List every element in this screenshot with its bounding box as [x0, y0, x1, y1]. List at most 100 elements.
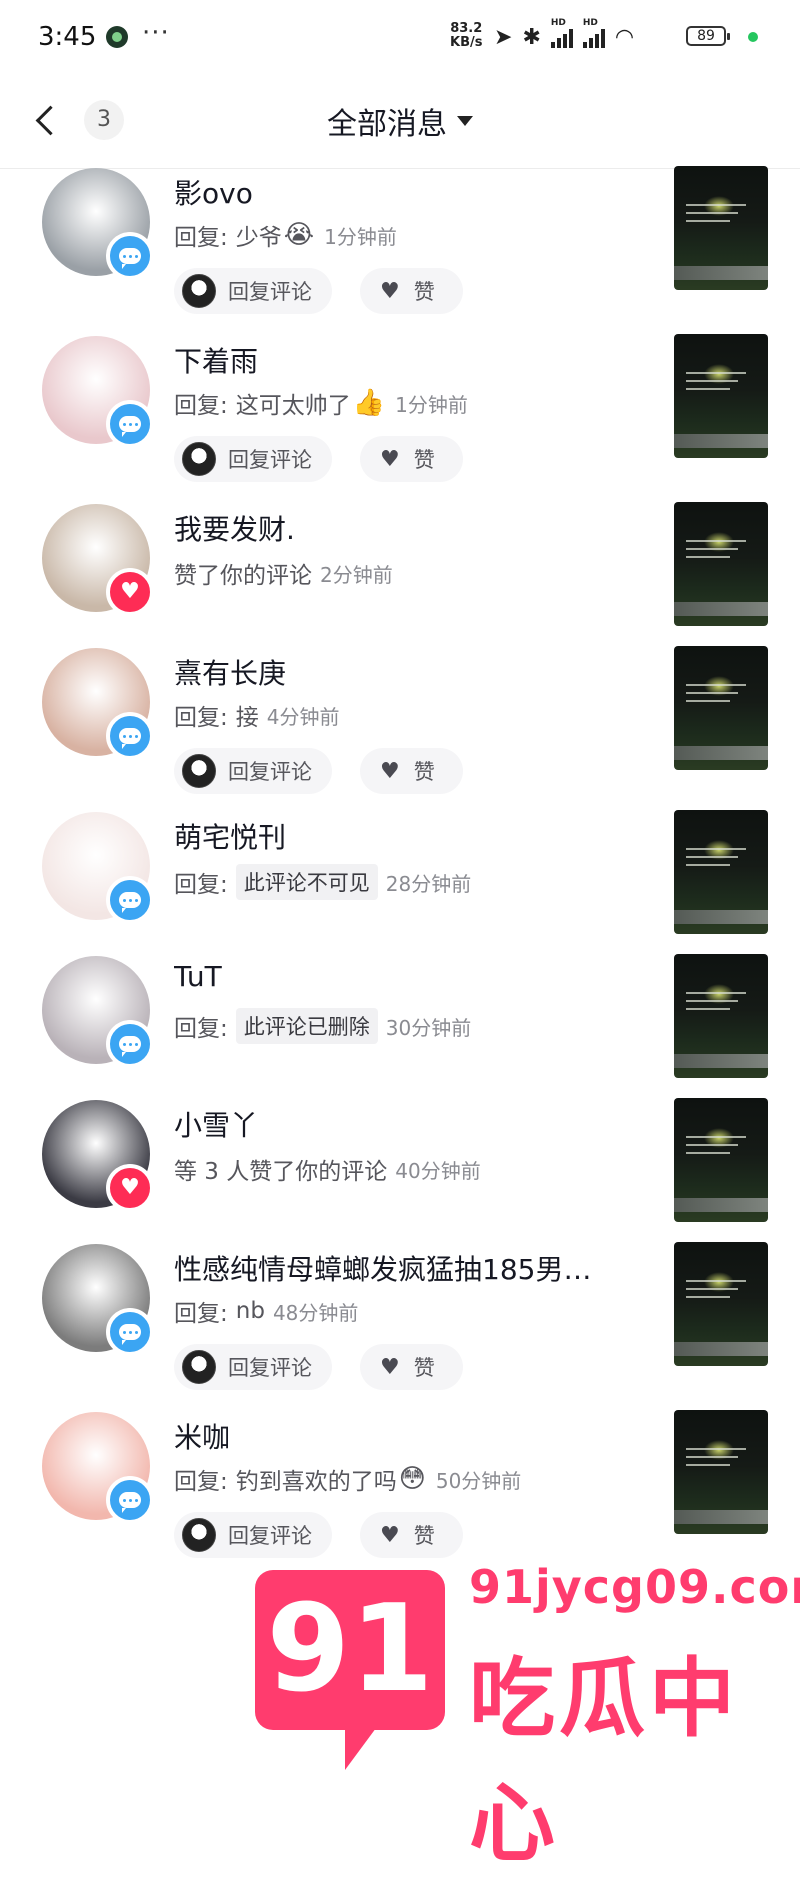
heart-icon: ♥: [120, 579, 140, 604]
top-nav-bar: 3 全部消息: [0, 74, 800, 169]
comment-badge: [106, 712, 154, 760]
heart-icon: ♥: [380, 1522, 400, 1548]
list-item[interactable]: ♥ 小雪丫等 3 人赞了你的评论 40分钟前: [0, 1098, 800, 1260]
like-button[interactable]: ♥ 赞: [360, 1512, 463, 1558]
like-button[interactable]: ♥ 赞: [360, 268, 463, 314]
thumbnail-road: [674, 602, 768, 616]
list-item[interactable]: 熹有长庚 回复: 接 4分钟前 回复评论 ♥ 赞: [0, 646, 800, 808]
message-content: 少爷: [235, 225, 282, 251]
reply-comment-button[interactable]: 回复评论: [174, 1512, 332, 1558]
like-label: 赞: [413, 760, 435, 784]
timestamp: 28分钟前: [385, 871, 472, 896]
video-thumbnail[interactable]: [674, 954, 768, 1078]
thumbnail-caption-line: [686, 1008, 730, 1010]
thumbnail-road: [674, 1198, 768, 1212]
thumbnail-caption-line: [686, 992, 746, 994]
message-content: 钓到喜欢的了吗: [235, 1469, 397, 1495]
video-thumbnail[interactable]: [674, 1098, 768, 1222]
battery-icon: 89: [686, 26, 730, 46]
video-thumbnail[interactable]: [674, 166, 768, 290]
hd-label-2: HD: [582, 18, 598, 28]
reply-prefix: 回复:: [174, 1301, 228, 1327]
hidden-comment-tag: 此评论不可见: [235, 864, 378, 900]
reply-comment-button[interactable]: 回复评论: [174, 268, 332, 314]
message-actions: 回复评论 ♥ 赞: [174, 1512, 463, 1558]
timestamp: 1分钟前: [324, 224, 397, 249]
reply-comment-label: 回复评论: [228, 1524, 312, 1548]
video-thumbnail[interactable]: [674, 646, 768, 770]
like-label: 赞: [413, 1524, 435, 1548]
reply-prefix: 回复:: [174, 1016, 228, 1042]
video-thumbnail[interactable]: [674, 810, 768, 934]
user-name[interactable]: 下着雨: [174, 340, 258, 380]
like-label: 赞: [413, 448, 435, 472]
video-thumbnail[interactable]: [674, 1410, 768, 1534]
list-item[interactable]: 影ovo 回复: 少爷 😭 1分钟前回复评论 ♥ 赞: [0, 166, 800, 328]
reply-comment-button[interactable]: 回复评论: [174, 1344, 332, 1390]
reply-prefix: 回复:: [174, 393, 228, 419]
hd-label: HD: [550, 18, 566, 28]
reply-comment-button[interactable]: 回复评论: [174, 436, 332, 482]
reply-comment-label: 回复评论: [228, 448, 312, 472]
user-name[interactable]: 萌宅悦刊: [174, 816, 286, 856]
thumbnail-caption-line: [686, 1144, 738, 1146]
thumbnail-road: [674, 1342, 768, 1356]
like-button[interactable]: ♥ 赞: [360, 748, 463, 794]
like-badge: ♥: [106, 568, 154, 616]
video-thumbnail[interactable]: [674, 502, 768, 626]
message-content: nb: [235, 1298, 265, 1324]
comment-bubble-icon: [119, 1492, 141, 1513]
thumbnail-caption-line: [686, 548, 738, 550]
own-avatar-icon: [182, 754, 216, 788]
user-name[interactable]: 熹有长庚: [174, 652, 286, 692]
list-item[interactable]: 米咖 回复: 钓到喜欢的了吗 😳 50分钟前 回复评论 ♥ 赞: [0, 1410, 800, 1572]
list-item[interactable]: 下着雨回复: 这可太帅了 👍 1分钟前回复评论 ♥ 赞: [0, 334, 800, 496]
reply-prefix: 回复:: [174, 225, 228, 251]
thumbnail-caption-line: [686, 1448, 746, 1450]
thumbnail-road: [674, 266, 768, 280]
timestamp: 1分钟前: [395, 392, 468, 417]
thumbnail-road: [674, 746, 768, 760]
emoji: 😭: [283, 220, 315, 250]
user-name[interactable]: TuT: [174, 960, 222, 993]
message-content: 等 3 人赞了你的评论: [174, 1159, 388, 1185]
user-name[interactable]: 小雪丫: [174, 1104, 258, 1144]
user-name[interactable]: 我要发财.: [174, 508, 295, 548]
thumbnail-caption-line: [686, 1136, 746, 1138]
thumbnail-caption-line: [686, 1280, 746, 1282]
thumbnail-caption-line: [686, 1456, 738, 1458]
thumbnail-caption-line: [686, 212, 738, 214]
video-thumbnail[interactable]: [674, 334, 768, 458]
message-filter-dropdown[interactable]: 全部消息: [0, 74, 800, 168]
timestamp: 2分钟前: [320, 562, 393, 587]
message-text: 等 3 人赞了你的评论 40分钟前: [174, 1152, 481, 1186]
emoji: 👍: [352, 388, 386, 418]
user-name[interactable]: 米咖: [174, 1416, 230, 1456]
user-name[interactable]: 影ovo: [174, 172, 253, 212]
own-avatar-icon: [182, 274, 216, 308]
video-thumbnail[interactable]: [674, 1242, 768, 1366]
thumbnail-road: [674, 1510, 768, 1524]
emoji: 😳: [398, 1464, 426, 1494]
message-text: 赞了你的评论 2分钟前: [174, 556, 393, 590]
message-content: 这可太帅了: [235, 393, 351, 419]
user-name[interactable]: 性感纯情母蟑螂发疯猛抽185男…: [174, 1248, 591, 1288]
thumbnail-road: [674, 910, 768, 924]
thumbnail-caption-line: [686, 864, 730, 866]
thumbnail-road: [674, 434, 768, 448]
list-item[interactable]: TuT 回复: 此评论已删除 30分钟前: [0, 954, 800, 1116]
more-notifications-icon: ···: [142, 18, 170, 48]
list-item[interactable]: 性感纯情母蟑螂发疯猛抽185男… 回复: nb 48分钟前 回复评论 ♥ 赞: [0, 1242, 800, 1404]
list-item[interactable]: 萌宅悦刊回复: 此评论不可见 28分钟前: [0, 810, 800, 972]
like-button[interactable]: ♥ 赞: [360, 436, 463, 482]
timestamp: 40分钟前: [395, 1158, 481, 1183]
reply-comment-label: 回复评论: [228, 1356, 312, 1380]
heart-icon: ♥: [380, 1354, 400, 1380]
list-item[interactable]: ♥ 我要发财. 赞了你的评论 2分钟前: [0, 502, 800, 664]
thumbnail-caption-line: [686, 1288, 738, 1290]
signal-icon: HD: [550, 18, 573, 48]
reply-prefix: 回复:: [174, 872, 228, 898]
comment-badge: [106, 876, 154, 924]
like-button[interactable]: ♥ 赞: [360, 1344, 463, 1390]
reply-comment-button[interactable]: 回复评论: [174, 748, 332, 794]
